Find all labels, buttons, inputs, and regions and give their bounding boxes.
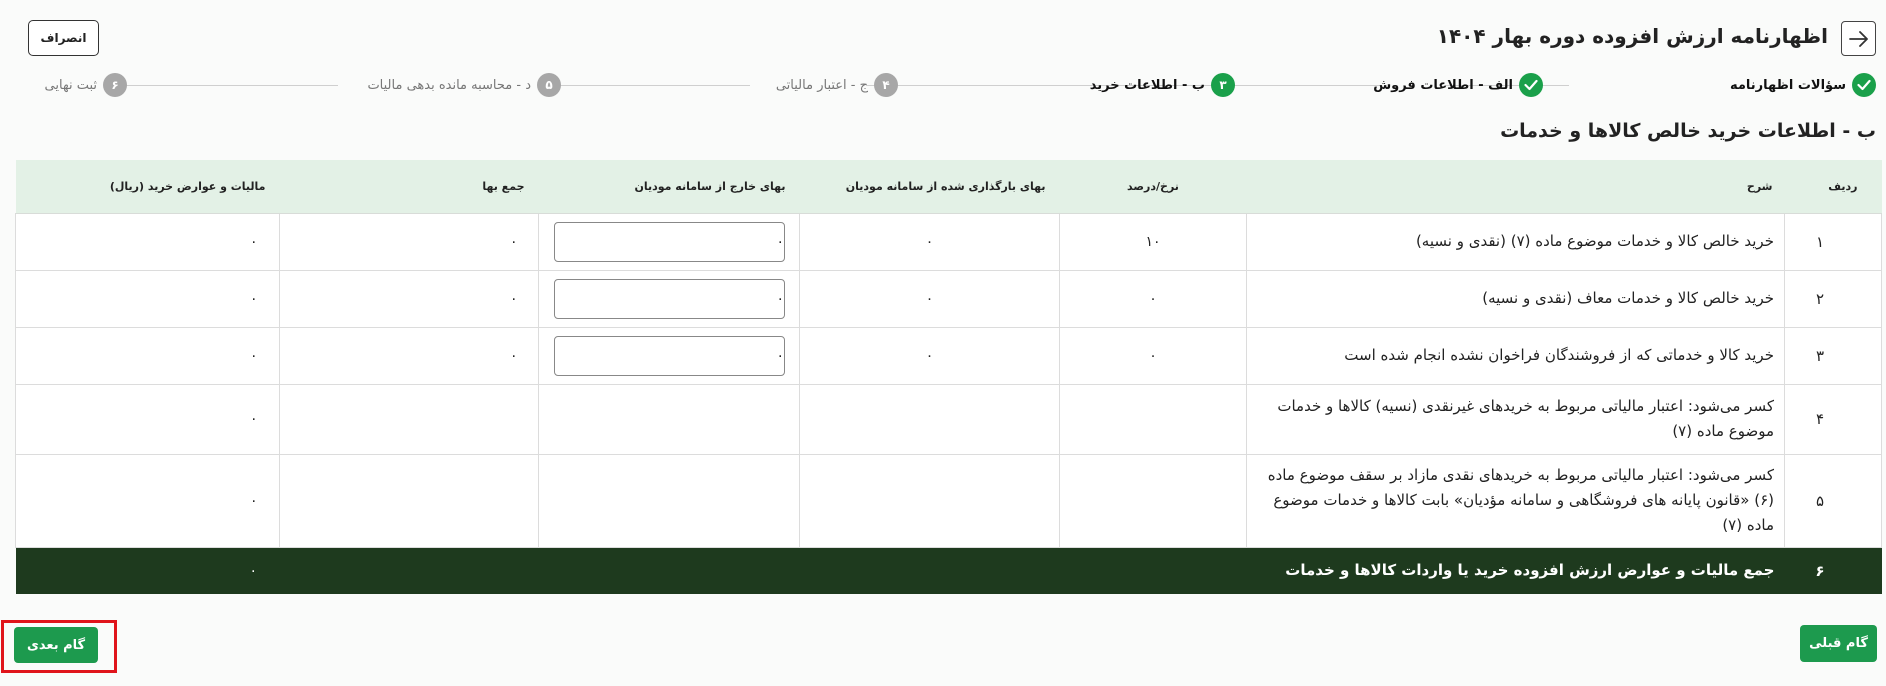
- row-description: خرید کالا و خدماتی که از فروشندگان فراخو…: [1246, 326, 1785, 385]
- external-value-input[interactable]: ۰: [554, 221, 785, 262]
- row-number: ۴: [1784, 383, 1882, 455]
- step-final[interactable]: ۶ ثبت نهایی: [45, 71, 127, 99]
- row-external-cell: [538, 453, 800, 548]
- row-number: ۱: [1784, 212, 1882, 271]
- step-number: ۵: [537, 73, 561, 97]
- row-rate: ۱۰: [1059, 212, 1247, 271]
- row-loaded-value: [799, 383, 1060, 455]
- header-rate: نرخ/درصد: [1059, 160, 1247, 214]
- row-rate: ۰: [1059, 326, 1247, 385]
- step-label: ج - اعتبار مالیاتی: [775, 77, 868, 93]
- row-tax: ۰: [15, 383, 280, 455]
- step-purchase[interactable]: ۳ ب - اطلاعات خرید: [1090, 71, 1235, 99]
- table-total-row: ۶ جمع مالیات و عوارض ارزش افزوده خرید یا…: [15, 547, 1882, 594]
- row-tax: ۰: [15, 269, 280, 328]
- row-total-value: [279, 453, 539, 548]
- previous-step-button[interactable]: گام قبلی: [1800, 625, 1877, 662]
- row-description: کسر می‌شود: اعتبار مالیاتی مربوط به خرید…: [1246, 383, 1785, 455]
- header-loaded-value: بهای بارگذاری شده از سامانه مودیان: [799, 160, 1060, 214]
- row-total-value: ۰: [279, 326, 539, 385]
- step-label: ب - اطلاعات خرید: [1089, 77, 1205, 93]
- step-number: ۳: [1211, 73, 1235, 97]
- row-description: خرید خالص کالا و خدمات موضوع ماده (۷) (ن…: [1246, 212, 1785, 271]
- row-loaded-value: [799, 453, 1060, 548]
- page-title: اظهارنامه ارزش افزوده دوره بهار ۱۴۰۴: [1436, 24, 1828, 48]
- step-connector: [125, 85, 338, 86]
- header-description: شرح: [1246, 160, 1785, 214]
- header-row-number: ردیف: [1784, 160, 1882, 214]
- total-description: جمع مالیات و عوارض ارزش افزوده خرید یا و…: [279, 547, 1785, 594]
- step-label: د - محاسبه مانده بدهی مالیات: [367, 77, 531, 93]
- step-balance[interactable]: ۵ د - محاسبه مانده بدهی مالیات: [367, 71, 561, 99]
- external-value-input[interactable]: ۰: [554, 278, 785, 319]
- cancel-button[interactable]: انصراف: [28, 20, 99, 56]
- table-row: ۵ کسر می‌شود: اعتبار مالیاتی مربوط به خر…: [15, 453, 1882, 548]
- row-external-cell: ۰: [538, 326, 800, 385]
- check-icon: [1852, 73, 1876, 97]
- step-questions[interactable]: سؤالات اظهارنامه: [1730, 71, 1876, 99]
- step-label: ثبت نهایی: [44, 77, 97, 93]
- step-sales[interactable]: الف - اطلاعات فروش: [1373, 71, 1543, 99]
- external-value-input[interactable]: ۰: [554, 335, 785, 376]
- step-label: سؤالات اظهارنامه: [1729, 77, 1846, 93]
- row-external-cell: ۰: [538, 269, 800, 328]
- header-external-value: بهای خارج از سامانه مودیان: [538, 160, 800, 214]
- purchase-table: ردیف شرح نرخ/درصد بهای بارگذاری شده از س…: [15, 160, 1882, 594]
- check-icon: [1519, 73, 1543, 97]
- header-tax: مالیات و عوارض خرید (ریال): [15, 160, 280, 214]
- table-header-row: ردیف شرح نرخ/درصد بهای بارگذاری شده از س…: [15, 160, 1882, 214]
- table-row: ۲ خرید خالص کالا و خدمات معاف (نقدی و نس…: [15, 269, 1882, 328]
- step-label: الف - اطلاعات فروش: [1373, 77, 1513, 93]
- step-connector: [541, 85, 750, 86]
- row-tax: ۰: [15, 453, 280, 548]
- row-tax: ۰: [15, 326, 280, 385]
- table-row: ۳ خرید کالا و خدماتی که از فروشندگان فرا…: [15, 326, 1882, 385]
- row-external-cell: ۰: [538, 212, 800, 271]
- arrow-right-icon: [1848, 30, 1868, 47]
- step-number: ۶: [103, 73, 127, 97]
- row-description: خرید خالص کالا و خدمات معاف (نقدی و نسیه…: [1246, 269, 1785, 328]
- row-external-cell: [538, 383, 800, 455]
- next-step-button[interactable]: گام بعدی: [14, 627, 98, 663]
- step-tax-credit[interactable]: ۴ ج - اعتبار مالیاتی: [776, 71, 898, 99]
- row-total-value: ۰: [279, 212, 539, 271]
- step-connector: [866, 85, 1083, 86]
- back-arrow-button[interactable]: [1841, 21, 1876, 56]
- stepper: سؤالات اظهارنامه الف - اطلاعات فروش ۳ ب …: [28, 71, 1876, 99]
- step-number: ۴: [874, 73, 898, 97]
- row-rate: [1059, 453, 1247, 548]
- row-number: ۳: [1784, 326, 1882, 385]
- total-tax: ۰: [15, 547, 280, 594]
- row-rate: ۰: [1059, 269, 1247, 328]
- section-title: ب - اطلاعات خرید خالص کالاها و خدمات: [1500, 120, 1876, 142]
- table-row: ۴ کسر می‌شود: اعتبار مالیاتی مربوط به خر…: [15, 383, 1882, 455]
- row-rate: [1059, 383, 1247, 455]
- row-loaded-value: ۰: [799, 326, 1060, 385]
- row-number: ۲: [1784, 269, 1882, 328]
- row-loaded-value: ۰: [799, 269, 1060, 328]
- row-number: ۶: [1784, 547, 1882, 594]
- row-loaded-value: ۰: [799, 212, 1060, 271]
- row-description: کسر می‌شود: اعتبار مالیاتی مربوط به خرید…: [1246, 453, 1785, 548]
- header-total-value: جمع بها: [279, 160, 539, 214]
- page: انصراف اظهارنامه ارزش افزوده دوره بهار ۱…: [0, 0, 1886, 686]
- row-number: ۵: [1784, 453, 1882, 548]
- row-tax: ۰: [15, 212, 280, 271]
- row-total-value: [279, 383, 539, 455]
- row-total-value: ۰: [279, 269, 539, 328]
- header: انصراف اظهارنامه ارزش افزوده دوره بهار ۱…: [28, 20, 1876, 56]
- table-row: ۱ خرید خالص کالا و خدمات موضوع ماده (۷) …: [15, 212, 1882, 271]
